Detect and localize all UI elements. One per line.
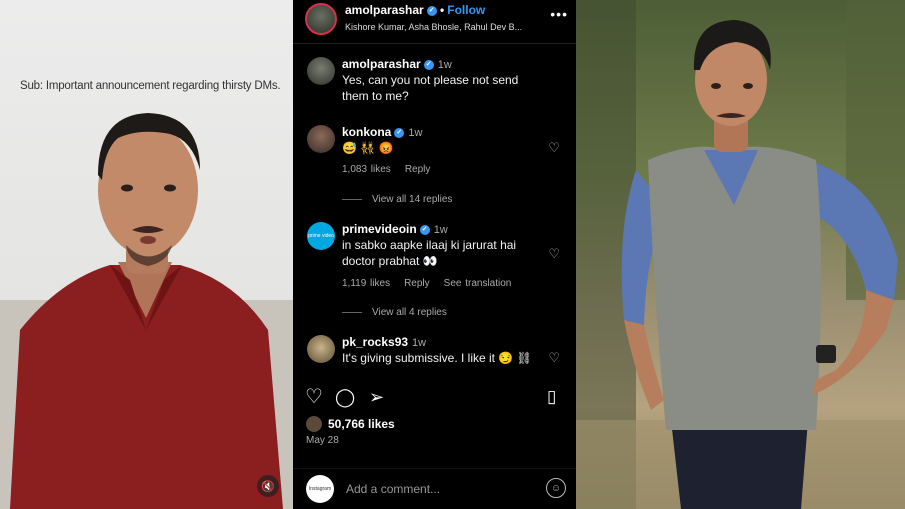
commenter-avatar[interactable] [307, 57, 335, 85]
emoji-icon[interactable]: ☺ [546, 478, 566, 498]
post-author-username[interactable]: amolparashar [345, 3, 424, 17]
like-heart-icon[interactable]: ♡ [305, 386, 323, 408]
share-send-icon[interactable]: ➢ [369, 386, 384, 408]
comment-time: 1w [433, 224, 448, 236]
left-video-frame: Sub: Important announcement regarding th… [0, 0, 293, 509]
man-in-red-shirt-image [0, 113, 293, 509]
comment-meta: 1,119 likes Reply See translation [342, 278, 525, 289]
comment-text: Yes, can you not please not send them to… [342, 73, 519, 103]
post-author-avatar[interactable] [305, 3, 337, 35]
post-action-bar: ♡ ◯ ➢ ▯ [305, 386, 565, 410]
view-replies-button[interactable]: View all 4 replies [342, 307, 447, 318]
verified-badge-icon: ✓ [394, 127, 405, 138]
comment-header: pk_rocks93 1w [342, 335, 426, 349]
commenter-avatar[interactable] [307, 335, 335, 363]
post-likes[interactable]: 50,766 likes [306, 416, 395, 432]
man-in-sweater-vest-image [576, 0, 905, 509]
commenter-username[interactable]: amolparashar [342, 57, 421, 71]
commenter-username[interactable]: konkona [342, 125, 391, 139]
comment-header: primevideoin ✓ 1w [342, 222, 448, 236]
post-date: May 28 [306, 435, 339, 446]
liker-avatar [306, 416, 322, 432]
avatar-label: Instagram [308, 486, 332, 492]
post-author: amolparashar ✓ • Follow [345, 3, 485, 17]
comment-header: amolparashar ✓ 1w [342, 57, 452, 71]
comment-text: in sabko aapke ilaaj ki jarurat hai doct… [342, 238, 517, 268]
comment-likes[interactable]: 1,083 likes [342, 164, 391, 175]
comment-bubble-icon[interactable]: ◯ [335, 386, 355, 408]
comment-time: 1w [412, 337, 427, 349]
heart-icon[interactable]: ♡ [548, 246, 560, 262]
speaker-muted-icon[interactable]: 🔇 [257, 475, 279, 497]
verified-badge-icon: ✓ [426, 5, 437, 16]
follow-button[interactable]: Follow [447, 3, 485, 17]
comment-time: 1w [408, 127, 423, 139]
comment-text: It's giving submissive. I like it 😏 ⛓ [342, 351, 532, 365]
reply-button[interactable]: Reply [405, 164, 431, 175]
comment-meta: 1,083 likes Reply [342, 164, 444, 175]
view-replies-button[interactable]: View all 14 replies [342, 194, 452, 205]
right-photo-frame [576, 0, 905, 509]
primevideo-avatar[interactable]: prime video [307, 222, 335, 250]
comment-likes[interactable]: 1,119 likes [342, 278, 390, 289]
add-comment-bar: Instagram Add a comment... ☺ [293, 468, 576, 506]
separator-dot: • [440, 3, 445, 17]
comment-header: konkona ✓ 1w [342, 125, 422, 139]
reply-button[interactable]: Reply [404, 278, 430, 289]
commenter-avatar[interactable] [307, 125, 335, 153]
likes-count[interactable]: 50,766 likes [328, 417, 395, 431]
comment-time: 1w [437, 59, 452, 71]
video-caption: Sub: Important announcement regarding th… [20, 80, 281, 92]
instagram-comments-panel: amolparashar ✓ • Follow Kishore Kumar, Ash… [293, 0, 576, 509]
post-header: amolparashar ✓ • Follow Kishore Kumar, Ash… [293, 0, 576, 44]
add-comment-input[interactable]: Add a comment... [346, 482, 440, 496]
commenter-username[interactable]: pk_rocks93 [342, 335, 408, 349]
current-user-avatar: Instagram [306, 475, 334, 503]
see-translation-button[interactable]: See translation [444, 278, 512, 289]
heart-icon[interactable]: ♡ [548, 350, 560, 366]
heart-icon[interactable]: ♡ [548, 140, 560, 156]
avatar-label: prime video [308, 233, 334, 239]
comment-text: 😅 👯 😡 [342, 141, 394, 155]
audio-track-label[interactable]: Kishore Kumar, Asha Bhosle, Rahul Dev B.… [345, 22, 522, 32]
verified-badge-icon: ✓ [419, 224, 430, 235]
commenter-username[interactable]: primevideoin [342, 222, 417, 236]
verified-badge-icon: ✓ [423, 59, 434, 70]
bookmark-icon[interactable]: ▯ [547, 386, 556, 408]
more-horizontal-icon[interactable]: ••• [550, 6, 568, 22]
